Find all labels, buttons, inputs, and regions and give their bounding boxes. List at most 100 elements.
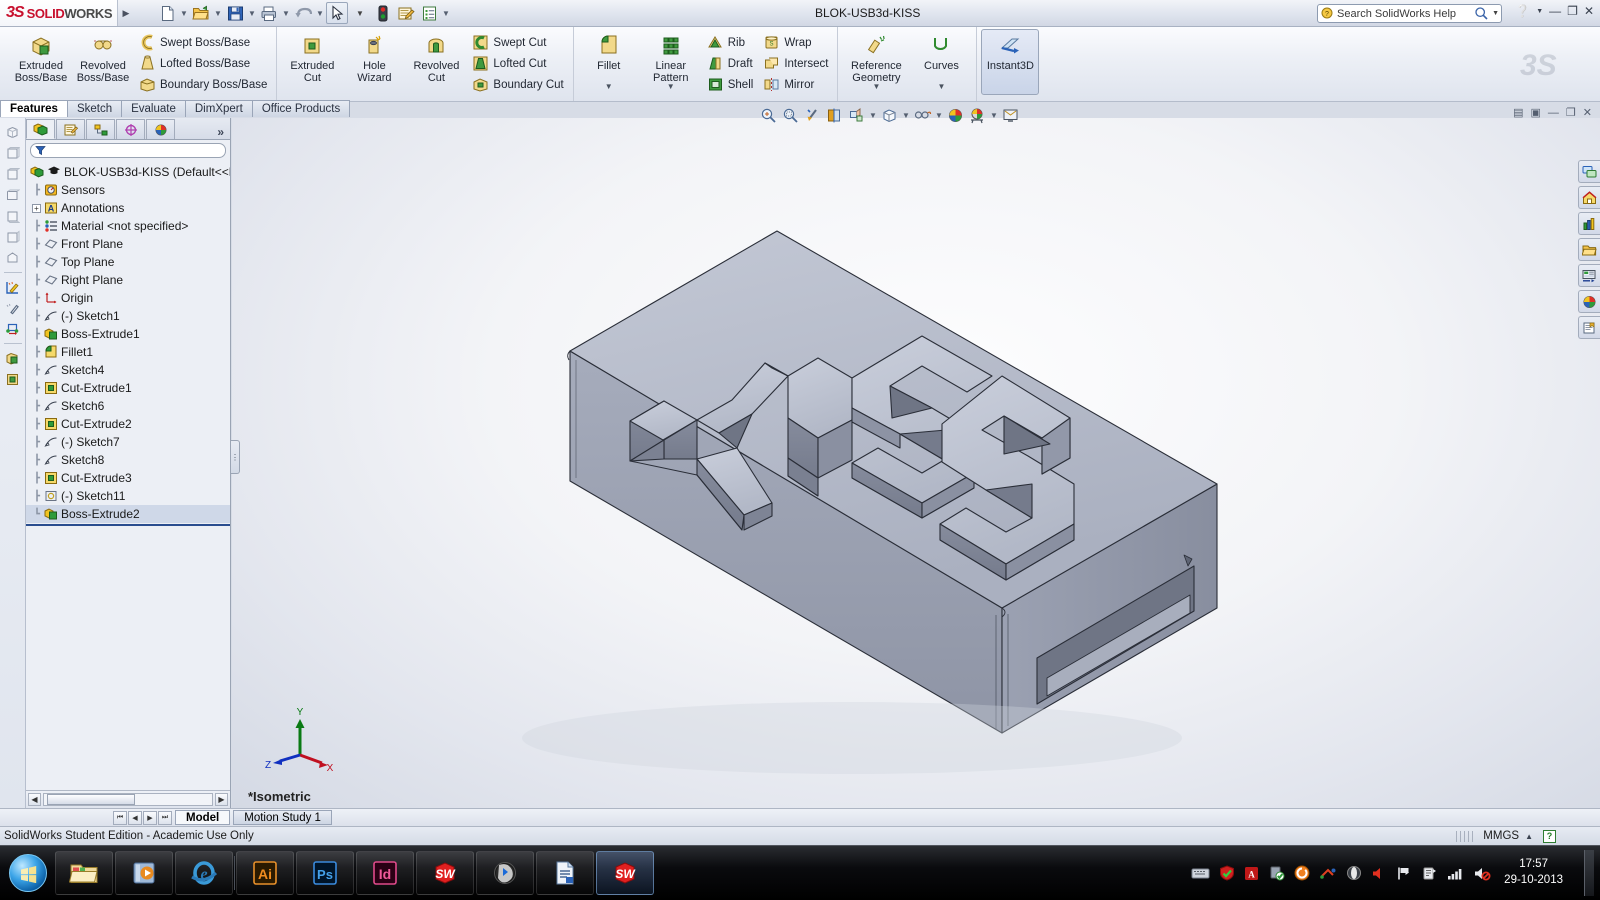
tree-row-fillet1[interactable]: ┣ Fillet1 xyxy=(26,343,230,361)
rib-button[interactable]: Rib xyxy=(702,32,759,53)
taskbar-solidworks-1[interactable]: SW xyxy=(416,851,474,895)
taskbar-indesign[interactable]: Id xyxy=(356,851,414,895)
tile-vertically-icon[interactable]: ▣ xyxy=(1531,106,1541,119)
flag-tray-icon[interactable] xyxy=(1396,866,1412,881)
close-document-icon[interactable]: ✕ xyxy=(1583,106,1592,119)
graphics-tray-icon[interactable] xyxy=(1319,866,1337,881)
tree-row-sketch11[interactable]: ┣ (-) Sketch11 xyxy=(26,487,230,505)
linear-pattern-dropdown-caret[interactable]: ▼ xyxy=(640,82,702,91)
adobe-tray-icon[interactable]: A xyxy=(1244,866,1259,881)
minimize-icon[interactable]: — xyxy=(1549,4,1561,18)
tree-row-annotations[interactable]: + A Annotations xyxy=(26,199,230,217)
undo-button[interactable] xyxy=(292,2,314,24)
unit-system-caret[interactable]: ▲ xyxy=(1525,832,1533,841)
nav-previous-button[interactable]: ◀ xyxy=(128,811,142,825)
view-orientation-6-icon[interactable] xyxy=(2,227,24,247)
nav-last-button[interactable]: ⏭ xyxy=(158,811,172,825)
open-document-button[interactable] xyxy=(190,2,212,24)
sheet-tab-motion-study-1[interactable]: Motion Study 1 xyxy=(233,810,332,825)
configuration-manager-tab[interactable] xyxy=(86,119,115,139)
fillet-button[interactable]: Fillet xyxy=(578,29,640,81)
opera-tray-icon[interactable] xyxy=(1346,865,1362,881)
tree-row-front-plane[interactable]: ┣ Front Plane xyxy=(26,235,230,253)
previous-view-icon[interactable] xyxy=(802,105,823,126)
customize-caret[interactable]: ▼ xyxy=(441,9,451,18)
customize-button[interactable] xyxy=(418,2,440,24)
tab-office-products[interactable]: Office Products xyxy=(252,100,350,117)
restore-document-icon[interactable]: ❐ xyxy=(1566,106,1576,119)
smart-dimension-icon[interactable] xyxy=(2,298,24,318)
tree-row-sketch1[interactable]: ┣ (-) Sketch1 xyxy=(26,307,230,325)
tree-row-origin[interactable]: ┣ Origin xyxy=(26,289,230,307)
tree-row-cut-extrude2[interactable]: ┣ Cut-Extrude2 xyxy=(26,415,230,433)
rollback-bar[interactable] xyxy=(26,524,230,526)
taskbar-illustrator[interactable]: Ai xyxy=(236,851,294,895)
custom-properties-icon[interactable] xyxy=(1578,316,1600,339)
extruded-boss-base-button[interactable]: Extruded Boss/Base xyxy=(10,29,72,95)
expand-annotations-icon[interactable]: + xyxy=(32,204,41,213)
section-view-icon[interactable] xyxy=(824,105,845,126)
view-orientation-5-icon[interactable] xyxy=(2,206,24,226)
undo-caret[interactable]: ▼ xyxy=(315,9,325,18)
view-orientation-3-icon[interactable] xyxy=(2,164,24,184)
view-orientation-icon[interactable] xyxy=(846,105,867,126)
tree-row-sensors[interactable]: ┣ Sensors xyxy=(26,181,230,199)
shell-button[interactable]: Shell xyxy=(702,74,759,95)
hole-wizard-button[interactable]: Hole Wizard xyxy=(343,29,405,95)
view-orientation-1-icon[interactable] xyxy=(2,122,24,142)
feature-manager-more-tabs[interactable]: » xyxy=(217,125,230,139)
help-caret-icon[interactable]: ▼ xyxy=(1536,8,1543,15)
extruded-boss-rail-icon[interactable] xyxy=(2,348,24,368)
lofted-cut-button[interactable]: Lofted Cut xyxy=(467,53,568,74)
close-icon[interactable]: ✕ xyxy=(1584,4,1594,18)
start-button[interactable] xyxy=(2,851,54,895)
view-palette-icon[interactable] xyxy=(1578,264,1600,287)
taskbar-windows-explorer[interactable] xyxy=(55,851,113,895)
display-manager-tab[interactable] xyxy=(146,119,175,139)
edit-appearance-icon[interactable] xyxy=(945,105,966,126)
property-manager-tab[interactable] xyxy=(56,119,85,139)
fillet-dropdown-caret[interactable]: ▼ xyxy=(578,82,640,91)
tree-row-sketch7[interactable]: ┣ (-) Sketch7 xyxy=(26,433,230,451)
apply-scene-icon[interactable] xyxy=(967,105,988,126)
draft-button[interactable]: Draft xyxy=(702,53,759,74)
swept-boss-base-button[interactable]: Swept Boss/Base xyxy=(134,32,272,53)
tile-horizontally-icon[interactable]: ▤ xyxy=(1513,106,1523,119)
view-orientation-4-icon[interactable] xyxy=(2,185,24,205)
minimize-document-icon[interactable]: — xyxy=(1548,107,1559,119)
swept-cut-button[interactable]: Swept Cut xyxy=(467,32,568,53)
search-caret[interactable]: ▼ xyxy=(1492,10,1499,17)
boundary-boss-base-button[interactable]: Boundary Boss/Base xyxy=(134,74,272,95)
rebuild-button[interactable] xyxy=(372,2,394,24)
volume-tray-icon[interactable] xyxy=(1371,866,1387,881)
tree-row-sketch8[interactable]: ┣ Sketch8 xyxy=(26,451,230,469)
revolved-cut-button[interactable]: Revolved Cut xyxy=(405,29,467,95)
antivirus-tray-icon[interactable] xyxy=(1219,865,1235,881)
display-style-icon[interactable] xyxy=(879,105,900,126)
graphics-viewport[interactable]: Y X Z *Isometric xyxy=(232,118,1600,808)
dimxpert-manager-tab[interactable] xyxy=(116,119,145,139)
hide-show-items-icon[interactable] xyxy=(912,105,933,126)
help-search-box[interactable]: ? Search SolidWorks Help ▼ xyxy=(1317,4,1502,23)
new-document-button[interactable] xyxy=(156,2,178,24)
reference-geometry-button[interactable]: Reference Geometry xyxy=(842,29,910,81)
unit-system-label[interactable]: MMGS xyxy=(1483,830,1519,842)
show-desktop-button[interactable] xyxy=(1584,850,1594,896)
reference-geometry-dropdown-caret[interactable]: ▼ xyxy=(842,82,910,91)
mute-tray-icon[interactable] xyxy=(1473,866,1491,881)
search-pane-icon[interactable] xyxy=(1578,238,1600,261)
new-document-caret[interactable]: ▼ xyxy=(179,9,189,18)
tree-row-cut-extrude1[interactable]: ┣ Cut-Extrude1 xyxy=(26,379,230,397)
tab-sketch[interactable]: Sketch xyxy=(67,100,122,117)
lofted-boss-base-button[interactable]: Lofted Boss/Base xyxy=(134,53,272,74)
update-tray-icon[interactable] xyxy=(1268,865,1285,881)
intersect-button[interactable]: Intersect xyxy=(758,53,833,74)
revolved-boss-base-button[interactable]: Revolved Boss/Base xyxy=(72,29,134,95)
view-orientation-2-icon[interactable] xyxy=(2,143,24,163)
tab-dimxpert[interactable]: DimXpert xyxy=(185,100,253,117)
display-style-caret[interactable]: ▼ xyxy=(901,111,911,120)
print-document-button[interactable] xyxy=(258,2,280,24)
panel-splitter-grip[interactable]: ⋮ xyxy=(231,440,240,474)
tree-row-boss-extrude2[interactable]: ┗ Boss-Extrude2 xyxy=(26,505,230,523)
options-button[interactable] xyxy=(395,2,417,24)
